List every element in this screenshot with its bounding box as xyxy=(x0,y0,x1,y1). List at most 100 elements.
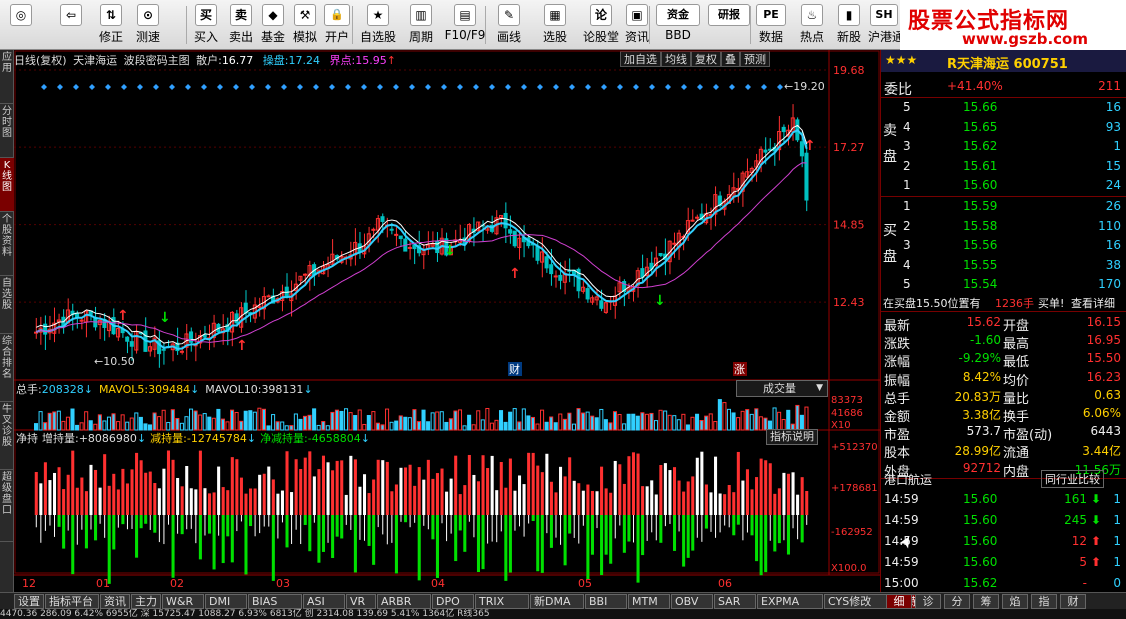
indicator-tab-7[interactable]: ASI xyxy=(303,594,345,609)
volume-bar xyxy=(489,422,494,431)
detail-tab-3[interactable]: 筹 xyxy=(973,594,999,609)
toolbar-watchlist-button[interactable]: ★ 自选股 xyxy=(358,2,398,48)
toolbar-forum-button[interactable]: 论论股堂 xyxy=(583,2,619,48)
signal-diamond xyxy=(777,84,783,90)
down-arrow-icon: ↓ xyxy=(360,432,370,445)
toolbar-hk-connect-button[interactable]: SH 沪港通 xyxy=(868,2,905,48)
app-logo-icon: ◎ xyxy=(10,4,32,26)
toolbar-news-button[interactable]: ▣ 资讯 xyxy=(623,2,651,48)
detail-tab-6[interactable]: 财 xyxy=(1060,594,1086,609)
toolbar-fund-button[interactable]: ◆ 基金 xyxy=(258,2,288,48)
indicator-tab-13[interactable]: BBI xyxy=(585,594,627,609)
toolbar-sell-button[interactable]: 卖卖出 xyxy=(227,2,255,48)
volume-bar xyxy=(435,411,440,431)
volume-bar xyxy=(731,412,736,431)
volume-dropdown[interactable]: 成交量 ▼ xyxy=(736,380,828,397)
indicator-tab-9[interactable]: ARBR xyxy=(377,594,431,609)
toolbar-refresh-button[interactable]: ⇅ 修正 xyxy=(94,2,128,48)
bid-level: 1 xyxy=(903,199,911,213)
bid-price[interactable]: 15.58 xyxy=(963,219,997,233)
toolbar-back-arrow-button[interactable]: ⇦ xyxy=(55,2,87,48)
toolbar-bbd-button[interactable]: 资金 BBD xyxy=(654,2,702,48)
indicator-tab-15[interactable]: OBV xyxy=(671,594,713,609)
toolbar-f10-button[interactable]: ▤ F10/F9 xyxy=(444,2,486,48)
volume-bar xyxy=(97,414,102,431)
down-arrow-icon: ↓ xyxy=(83,383,93,396)
kline-chart[interactable]: 19.68 17.27 14.85 12.43 ↑ ↓ ↑ ↓ ↑ ↓ ↑ ←19.20 ←10.50 财… xyxy=(14,50,880,590)
tick-count: 0 xyxy=(1113,576,1121,590)
toolbar-data-button[interactable]: PE 数据 xyxy=(754,2,788,48)
toolbar-buy-button[interactable]: 买买入 xyxy=(192,2,220,48)
arrow-down-icon: ⬇ xyxy=(1090,513,1101,527)
left-tab-6[interactable]: 牛叉诊股 xyxy=(0,402,14,470)
draw-line-icon: ✎ xyxy=(498,4,520,26)
detail-tab-2[interactable]: 分 xyxy=(944,594,970,609)
toolbar-simulate-button[interactable]: ⚒ 模拟 xyxy=(290,2,320,48)
toolbar-hot-button[interactable]: ♨ 热点 xyxy=(797,2,827,48)
toolbar-app-logo-button[interactable]: ◎ xyxy=(6,2,36,48)
toolbar-new-stock-button[interactable]: ▮ 新股 xyxy=(834,2,864,48)
ask-price[interactable]: 15.66 xyxy=(963,100,997,114)
toolbar-open-account-button[interactable]: 🔒 开户 xyxy=(322,2,352,48)
indicator-tab-4[interactable]: W&R xyxy=(162,594,204,609)
volume-bar xyxy=(699,420,704,431)
sector-name[interactable]: 港口航运 xyxy=(884,471,932,488)
indicator-tab-8[interactable]: VR xyxy=(346,594,376,609)
toolbar-research-button[interactable]: 研报 xyxy=(706,2,752,48)
ask-price[interactable]: 15.65 xyxy=(963,120,997,134)
bid-price[interactable]: 15.59 xyxy=(963,199,997,213)
volume-bar xyxy=(152,412,157,431)
left-tab-3[interactable]: 个股资料 xyxy=(0,212,14,276)
tick-time: 14:59 xyxy=(884,555,919,569)
indicator-tab-0[interactable]: 设置 xyxy=(14,594,44,609)
indicator-tab-bar: 设置 指标平台 资讯 主力 W&R DMI BIAS ASI VR ARBR DPO TRIX 新DMA… xyxy=(0,592,1126,609)
indicator-tab-1[interactable]: 指标平台 xyxy=(45,594,99,609)
volume-bar xyxy=(102,420,107,431)
bid-price[interactable]: 15.56 xyxy=(963,238,997,252)
volume-bar xyxy=(676,419,681,431)
detail-tab-0[interactable]: 细 xyxy=(886,594,912,609)
indicator-help-button[interactable]: 指标说明 xyxy=(766,429,818,445)
volume-bar xyxy=(635,415,640,431)
toolbar-draw-line-button[interactable]: ✎ 画线 xyxy=(490,2,528,48)
volume-bar xyxy=(704,415,709,431)
indicator-tab-12[interactable]: 新DMA xyxy=(530,594,584,609)
ask-price[interactable]: 15.62 xyxy=(963,139,997,153)
volume-bar xyxy=(371,411,376,431)
left-tab-0[interactable]: 应用 xyxy=(0,50,14,104)
candle-body xyxy=(503,212,508,229)
toolbar-period-button[interactable]: ▥ 周期 xyxy=(403,2,439,48)
ask-price[interactable]: 15.60 xyxy=(963,178,997,192)
toolbar-label: 沪港通 xyxy=(868,30,905,44)
indicator-tab-14[interactable]: MTM xyxy=(628,594,670,609)
indicator-tab-10[interactable]: DPO xyxy=(432,594,474,609)
indicator-tab-16[interactable]: SAR xyxy=(714,594,756,609)
indicator-tab-6[interactable]: BIAS xyxy=(248,594,302,609)
ask-price[interactable]: 15.61 xyxy=(963,159,997,173)
indicator-tab-17[interactable]: EXPMA xyxy=(757,594,823,609)
indicator-tab-5[interactable]: DMI xyxy=(205,594,247,609)
stat-row: 股本 28.99亿 流通 3.44亿 xyxy=(881,440,1126,461)
detail-tab-4[interactable]: 焰 xyxy=(1002,594,1028,609)
buy-icon: 买 xyxy=(195,4,217,26)
left-tab-4[interactable]: 自选股 xyxy=(0,276,14,334)
stat-value: -1.60 xyxy=(969,333,1001,348)
toolbar-speed-test-button[interactable]: ⊙ 测速 xyxy=(132,2,164,48)
ask-level: 2 xyxy=(903,158,911,173)
indicator-tab-11[interactable]: TRIX xyxy=(475,594,529,609)
left-tab-5[interactable]: 综合排名 xyxy=(0,334,14,402)
compare-sector-button[interactable]: 同行业比较 xyxy=(1041,470,1104,488)
left-tab-2[interactable]: K线图 xyxy=(0,158,14,212)
toolbar-stock-picker-button[interactable]: ▦ 选股 xyxy=(535,2,575,48)
indicator-tab-18[interactable]: CYS修改 xyxy=(824,594,890,609)
left-tab-7[interactable]: 超级盘口 xyxy=(0,470,14,542)
indicator-tab-3[interactable]: 主力 xyxy=(131,594,161,609)
ask-volume: 1 xyxy=(1113,139,1121,153)
detail-tab-5[interactable]: 指 xyxy=(1031,594,1057,609)
bid-price[interactable]: 15.54 xyxy=(963,277,997,291)
view-detail-link[interactable]: 查看详细 xyxy=(1071,295,1115,311)
indicator-tab-2[interactable]: 资讯 xyxy=(100,594,130,609)
left-tab-1[interactable]: 分时图 xyxy=(0,104,14,158)
bid-price[interactable]: 15.55 xyxy=(963,258,997,272)
detail-tab-1[interactable]: 诊 xyxy=(915,594,941,609)
